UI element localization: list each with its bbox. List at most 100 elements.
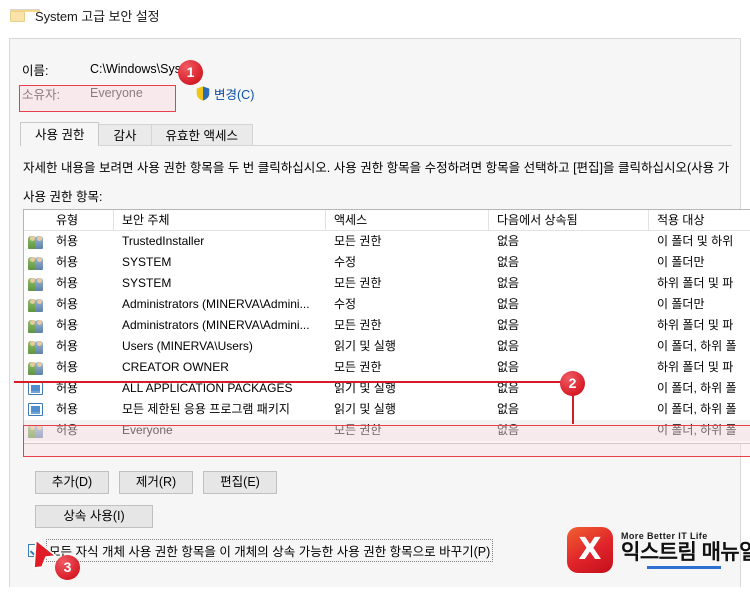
table-row[interactable]: 허용 모든 제한된 응용 프로그램 패키지 읽기 및 실행 없음 이 폴더, 하위 폴 — [24, 399, 750, 420]
column-header-type[interactable]: 유형 — [48, 210, 114, 230]
watermark-text: More Better IT Life 익스트림 매뉴얼 — [621, 530, 750, 570]
table-row[interactable]: 허용 Administrators (MINERVA\Admini... 모든 권한… — [24, 315, 750, 336]
row-inherited-from: 없음 — [497, 234, 520, 248]
watermark-underline — [647, 566, 721, 570]
title-bar: System 고급 보안 설정 — [0, 0, 750, 30]
row-applies-to: 이 폴더, 하위 폴 — [657, 381, 737, 395]
users-icon — [28, 277, 45, 291]
row-access: 읽기 및 실행 — [334, 339, 396, 353]
row-inherited-from: 없음 — [497, 339, 520, 353]
row-icon-cell — [24, 298, 48, 312]
row-principal: Users (MINERVA\Users) — [122, 339, 253, 353]
name-row: 이름: C:\Windows\System — [22, 57, 722, 81]
tab-permissions[interactable]: 사용 권한 — [20, 122, 100, 146]
users-icon — [28, 256, 45, 270]
row-icon-cell — [24, 277, 48, 291]
table-row[interactable]: 허용 Users (MINERVA\Users) 읽기 및 실행 없음 이 폴더, 하위… — [24, 336, 750, 357]
users-icon — [28, 298, 45, 312]
owner-row: 소유자: Everyone 변경(C) — [22, 81, 722, 105]
row-icon-cell — [24, 340, 48, 354]
row-inherited-from: 없음 — [497, 402, 520, 416]
row-access: 모든 권한 — [334, 234, 382, 248]
annotation-badge-1: 1 — [178, 60, 203, 85]
replace-child-permissions-label[interactable]: 모든 자식 개체 사용 권한 항목을 이 개체의 상속 가능한 사용 권한 항목… — [46, 539, 494, 562]
name-label: 이름: — [22, 63, 49, 78]
watermark-logo-icon: X — [567, 527, 613, 573]
package-icon — [28, 403, 43, 416]
tab-auditing[interactable]: 감사 — [98, 124, 152, 146]
tab-effective-access[interactable]: 유효한 액세스 — [150, 124, 253, 146]
table-row[interactable]: 허용 Everyone 모든 권한 없음 이 폴더, 하위 폴 — [24, 420, 750, 441]
row-principal: Administrators (MINERVA\Admini... — [122, 297, 310, 311]
row-applies-to: 하위 폴더 및 파 — [657, 318, 734, 332]
table-row[interactable]: 허용 Administrators (MINERVA\Admini... 수정 없음 이… — [24, 294, 750, 315]
watermark-tagline: More Better IT Life — [621, 530, 708, 541]
permissions-table[interactable]: 유형 보안 주체 액세스 다음에서 상속됨 적용 대상 허용 TrustedIns… — [23, 209, 750, 444]
row-principal: SYSTEM — [122, 276, 172, 290]
column-header-access[interactable]: 액세스 — [326, 210, 489, 230]
row-icon-cell — [24, 403, 48, 416]
annotation-badge-2: 2 — [560, 371, 585, 396]
column-header-icon — [24, 210, 48, 230]
annotation-2-leader-vertical — [572, 392, 574, 424]
change-owner-link[interactable]: 변경(C) — [214, 84, 254, 103]
row-type: 허용 — [56, 360, 79, 374]
table-row[interactable]: 허용 CREATOR OWNER 모든 권한 없음 하위 폴더 및 파 — [24, 357, 750, 378]
users-icon — [28, 235, 45, 249]
row-icon-cell — [24, 424, 48, 438]
row-icon-cell — [24, 382, 48, 395]
change-owner-control[interactable]: 변경(C) — [196, 84, 254, 103]
shield-icon — [196, 86, 210, 100]
edit-button[interactable]: 편집(E) — [203, 471, 277, 494]
table-body: 허용 TrustedInstaller 모든 권한 없음 이 폴더 및 하위 허용 SYST… — [24, 231, 750, 441]
row-access: 수정 — [334, 255, 357, 269]
watermark: X More Better IT Life 익스트림 매뉴얼 — [567, 524, 750, 576]
row-type: 허용 — [56, 297, 79, 311]
row-inherited-from: 없음 — [497, 297, 520, 311]
row-applies-to: 이 폴더 및 하위 — [657, 234, 734, 248]
folder-icon — [10, 8, 40, 22]
users-icon — [28, 319, 45, 333]
row-access: 모든 권한 — [334, 360, 382, 374]
table-row[interactable]: 허용 SYSTEM 모든 권한 없음 하위 폴더 및 파 — [24, 273, 750, 294]
row-applies-to: 이 폴더만 — [657, 255, 705, 269]
enable-inheritance-button[interactable]: 상속 사용(I) — [35, 505, 153, 528]
column-header-inherited-from[interactable]: 다음에서 상속됨 — [489, 210, 649, 230]
dialog-frame: 이름: C:\Windows\System 소유자: Everyone 변경(C… — [9, 38, 750, 587]
watermark-logo-glyph: X — [578, 532, 602, 567]
row-access: 모든 권한 — [334, 423, 382, 437]
row-applies-to: 하위 폴더 및 파 — [657, 276, 734, 290]
users-icon — [28, 361, 45, 375]
users-icon — [28, 340, 45, 354]
replace-child-permissions-row[interactable]: 모든 자식 개체 사용 권한 항목을 이 개체의 상속 가능한 사용 권한 항목… — [28, 539, 494, 562]
column-header-applies-to[interactable]: 적용 대상 — [649, 210, 750, 230]
action-button-row: 추가(D) 제거(R) 편집(E) — [35, 471, 277, 494]
row-type: 허용 — [56, 339, 79, 353]
tab-bar: 사용 권한 감사 유효한 액세스 — [20, 122, 253, 146]
remove-button[interactable]: 제거(R) — [119, 471, 193, 494]
row-applies-to: 이 폴더만 — [657, 297, 705, 311]
row-principal: Administrators (MINERVA\Admini... — [122, 318, 310, 332]
annotation-2-leader-horizontal — [14, 381, 574, 383]
row-inherited-from: 없음 — [497, 255, 520, 269]
owner-value: Everyone — [90, 86, 143, 100]
row-type: 허용 — [56, 423, 79, 437]
description-text: 자세한 내용을 보려면 사용 권한 항목을 두 번 클릭하십시오. 사용 권한 … — [23, 161, 730, 175]
row-type: 허용 — [56, 276, 79, 290]
row-applies-to: 이 폴더, 하위 폴 — [657, 423, 737, 437]
table-row[interactable]: 허용 SYSTEM 수정 없음 이 폴더만 — [24, 252, 750, 273]
add-button[interactable]: 추가(D) — [35, 471, 109, 494]
row-access: 모든 권한 — [334, 276, 382, 290]
row-access: 모든 권한 — [334, 318, 382, 332]
row-principal: Everyone — [122, 423, 173, 437]
row-icon-cell — [24, 361, 48, 375]
table-row[interactable]: 허용 TrustedInstaller 모든 권한 없음 이 폴더 및 하위 — [24, 231, 750, 252]
row-principal: 모든 제한된 응용 프로그램 패키지 — [122, 402, 290, 416]
column-header-principal[interactable]: 보안 주체 — [114, 210, 326, 230]
table-header-row: 유형 보안 주체 액세스 다음에서 상속됨 적용 대상 — [24, 210, 750, 231]
row-type: 허용 — [56, 255, 79, 269]
row-type: 허용 — [56, 402, 79, 416]
row-inherited-from: 없음 — [497, 318, 520, 332]
users-icon — [28, 424, 45, 438]
annotation-badge-3: 3 — [55, 555, 80, 580]
